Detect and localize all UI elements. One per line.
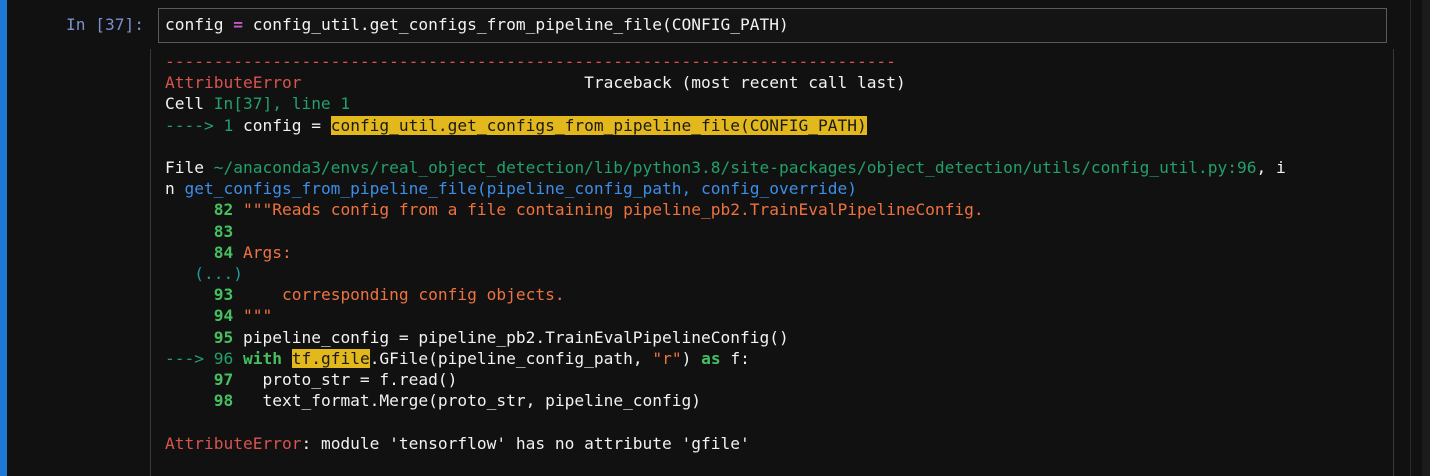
file-path-link[interactable]: ~/anaconda3/envs/real_object_detection/l… xyxy=(214,158,1257,177)
code-line-95: pipeline_config = pipeline_pb2.TrainEval… xyxy=(242,327,789,347)
cell-reference: In[37], line 1 xyxy=(213,94,351,114)
docstring-line: corresponding config objects. xyxy=(242,285,565,305)
code-line-96-c: f: xyxy=(720,348,750,368)
code-line[interactable]: config = config_util.get_configs_from_pi… xyxy=(165,14,789,36)
highlighted-attribute: tf.gfile xyxy=(291,348,370,368)
code-line-96-a: .GFile(pipeline_config_path, xyxy=(369,348,653,368)
error-arrow: ----> 1 xyxy=(165,115,234,135)
docstring-line: """ xyxy=(242,306,273,326)
highlighted-call: config_util.get_configs_from_pipeline_fi… xyxy=(330,115,867,135)
line-number: 84 xyxy=(213,242,234,262)
function-name: get_configs_from_pipeline_file xyxy=(184,179,477,199)
line-number: 98 xyxy=(213,391,234,411)
line1-text: config = xyxy=(233,115,331,135)
line-number: 95 xyxy=(213,327,234,347)
code-line-97: proto_str = f.read() xyxy=(242,370,458,390)
line-number: 94 xyxy=(213,306,234,326)
file-word: File xyxy=(165,158,214,178)
line-number: 97 xyxy=(213,370,234,390)
function-args: (pipeline_config_path, config_override) xyxy=(476,179,857,199)
error-arrow: ---> 96 xyxy=(165,348,234,368)
cell-prompt: In [37]: xyxy=(66,15,144,34)
traceback-header: Traceback (most recent call last) xyxy=(584,73,906,93)
file-suffix: , i xyxy=(1256,158,1286,178)
traceback-output: ----------------------------------------… xyxy=(165,51,1286,454)
final-error-message: : module 'tensorflow' has no attribute '… xyxy=(301,433,750,453)
ellipsis: (...) xyxy=(194,264,243,284)
cell-word: Cell xyxy=(165,94,214,114)
traceback-dashes: ----------------------------------------… xyxy=(165,52,896,71)
docstring-line: Args: xyxy=(242,242,292,262)
header-spacer xyxy=(301,73,584,92)
keyword-with: with xyxy=(242,348,282,368)
final-error-name: AttributeError xyxy=(165,433,302,453)
line-number: 82 xyxy=(213,200,234,220)
code-line-96-b: ) xyxy=(681,348,702,368)
line-number: 93 xyxy=(213,285,234,305)
keyword-as: as xyxy=(701,348,721,368)
line-number: 83 xyxy=(213,221,234,241)
error-name: AttributeError xyxy=(165,73,302,93)
code-input[interactable]: config = config_util.get_configs_from_pi… xyxy=(158,8,1387,43)
active-cell-indicator xyxy=(0,0,7,476)
docstring-line: """Reads config from a file containing p… xyxy=(242,200,984,220)
code-variable: config xyxy=(165,15,224,34)
code-line-98: text_format.Merge(proto_str, pipeline_co… xyxy=(242,391,702,411)
divider xyxy=(1410,0,1411,476)
code-operator: = xyxy=(233,15,243,34)
scrollbar[interactable] xyxy=(1422,0,1430,476)
string-literal: "r" xyxy=(652,348,682,368)
code-call: config_util.get_configs_from_pipeline_fi… xyxy=(252,15,789,34)
in-word: n xyxy=(165,179,185,199)
